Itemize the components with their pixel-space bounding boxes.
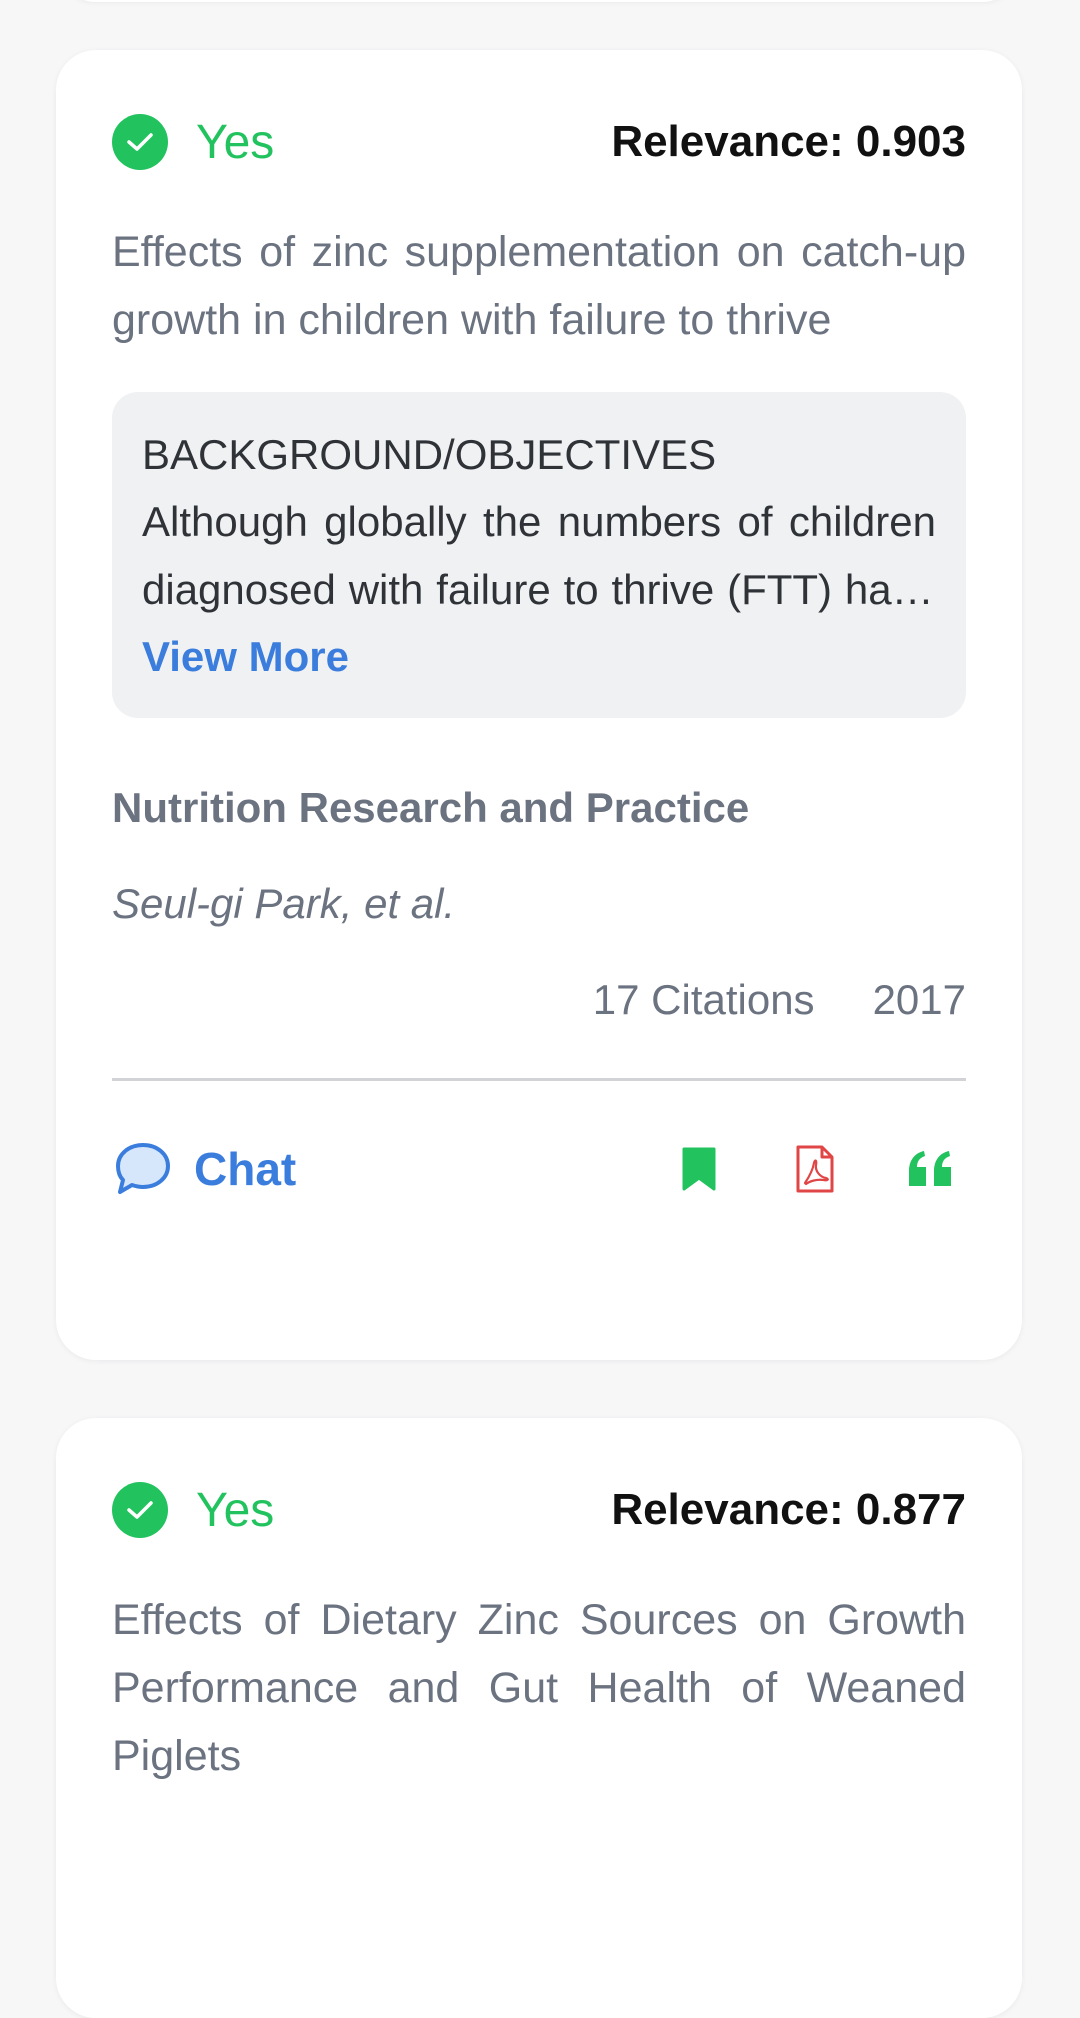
citation-count: 17 Citations [592, 976, 815, 1023]
abstract-heading: BACKGROUND/OBJECTIVES [142, 431, 717, 478]
result-card: Yes Relevance: 0.903 Effects of zinc sup… [56, 50, 1022, 1360]
authors: Seul-gi Park, et al. [112, 880, 456, 927]
pdf-icon[interactable] [780, 1134, 850, 1204]
result-card: Yes Relevance: 0.877 Effects of Dietary … [56, 1418, 1022, 2018]
journal-name: Nutrition Research and Practice [112, 784, 750, 831]
verdict-label: Yes [196, 1483, 275, 1537]
previous-card-edge [56, 0, 1022, 2]
card-actions: Chat [112, 1081, 966, 1257]
bookmark-icon[interactable] [664, 1134, 734, 1204]
relevance-score: Relevance: 0.903 [611, 117, 966, 166]
card-header: Yes Relevance: 0.903 [112, 110, 966, 174]
card-header: Yes Relevance: 0.877 [112, 1478, 966, 1542]
relevance-score: Relevance: 0.877 [611, 1485, 966, 1534]
chat-bubble-icon [112, 1140, 174, 1198]
check-circle-icon [112, 1482, 168, 1538]
quote-icon[interactable] [896, 1134, 966, 1204]
chat-label: Chat [194, 1143, 297, 1195]
paper-title[interactable]: Effects of zinc supplementation on catch… [112, 218, 966, 354]
abstract-text: Although globally the numbers of childre… [142, 498, 936, 613]
verdict: Yes [112, 114, 274, 170]
paper-title[interactable]: Effects of Dietary Zinc Sources on Growt… [112, 1586, 966, 1790]
verdict: Yes [112, 1482, 274, 1538]
publication-year: 2017 [872, 976, 966, 1023]
verdict-label: Yes [196, 115, 275, 169]
view-more-link[interactable]: View More [142, 624, 936, 690]
abstract-box: BACKGROUND/OBJECTIVES Although globally … [112, 392, 966, 718]
chat-button[interactable]: Chat [112, 1140, 296, 1198]
action-icons [618, 1134, 966, 1204]
check-circle-icon [112, 114, 168, 170]
meta-row: 17 Citations 2017 [112, 972, 966, 1028]
